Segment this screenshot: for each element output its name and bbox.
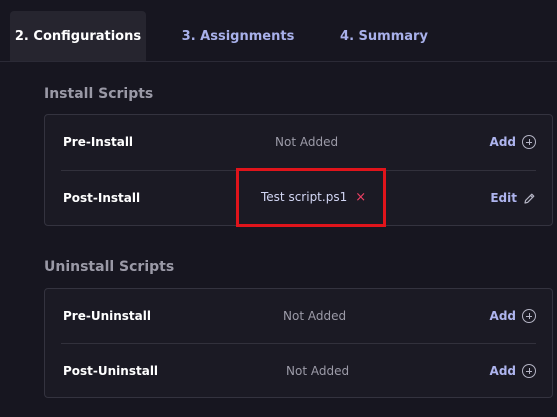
pre-install-status: Not Added xyxy=(275,135,339,149)
pre-uninstall-status: Not Added xyxy=(283,309,347,323)
post-uninstall-label: Post-Uninstall xyxy=(63,364,159,378)
pencil-icon xyxy=(524,193,535,204)
script-file-name: Test script.ps1 xyxy=(261,190,348,204)
post-uninstall-add-button[interactable]: Add xyxy=(490,344,536,398)
step-tabs: 2. Configurations 3. Assignments 4. Summ… xyxy=(0,0,557,62)
post-uninstall-row: Post-Uninstall Not Added Add xyxy=(61,343,536,397)
circle-plus-icon xyxy=(522,364,536,378)
post-install-label: Post-Install xyxy=(63,191,141,205)
install-scripts-title: Install Scripts xyxy=(44,86,154,102)
uninstall-scripts-card: Pre-Uninstall Not Added Add Post-Uninsta… xyxy=(44,288,553,398)
pre-install-label: Pre-Install xyxy=(63,135,134,149)
add-label: Add xyxy=(489,309,516,323)
add-label: Add xyxy=(489,364,516,378)
pre-install-add-button[interactable]: Add xyxy=(490,115,536,169)
edit-label: Edit xyxy=(490,191,517,205)
tab-summary[interactable]: 4. Summary xyxy=(330,11,438,61)
circle-plus-icon xyxy=(522,309,536,323)
tab-assignments[interactable]: 3. Assignments xyxy=(172,11,304,61)
post-install-script-file: Test script.ps1 × xyxy=(261,184,366,210)
uninstall-scripts-title: Uninstall Scripts xyxy=(44,259,175,275)
pre-install-row: Pre-Install Not Added Add xyxy=(61,115,536,169)
pre-uninstall-row: Pre-Uninstall Not Added Add xyxy=(61,289,536,343)
pre-uninstall-label: Pre-Uninstall xyxy=(63,309,151,323)
post-install-edit-button[interactable]: Edit xyxy=(490,171,536,225)
pre-uninstall-add-button[interactable]: Add xyxy=(490,289,536,343)
remove-script-icon[interactable]: × xyxy=(355,191,366,204)
tab-configurations[interactable]: 2. Configurations xyxy=(10,11,146,61)
add-label: Add xyxy=(489,135,516,149)
post-uninstall-status: Not Added xyxy=(286,364,350,378)
circle-plus-icon xyxy=(522,135,536,149)
